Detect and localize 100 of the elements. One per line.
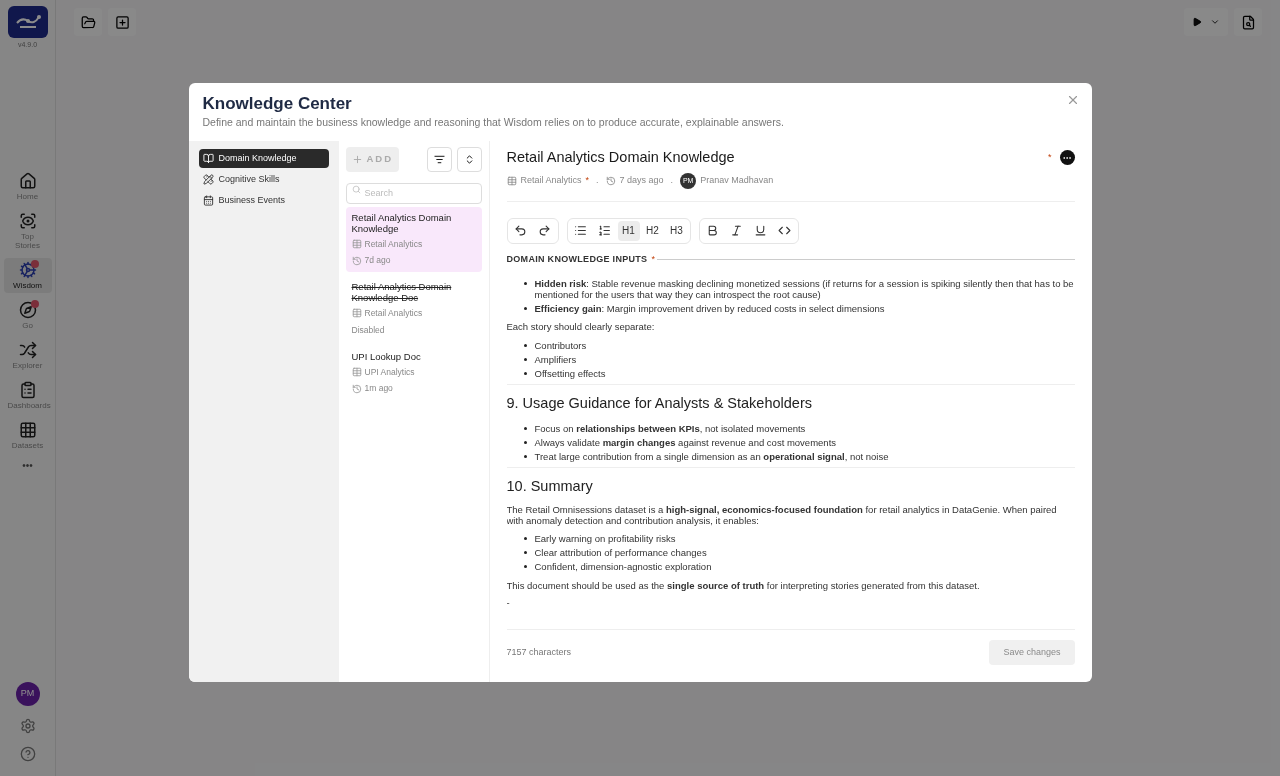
user-avatar[interactable]: PM (15, 682, 40, 706)
author-name: Pranav Madhavan (700, 174, 774, 187)
table-icon (351, 238, 362, 249)
list-item: Hidden risk: Stable revenue masking declining monetized sessions (if returns for a session is spiking silently then that has to be mentioned for the users that way they can introspect the root cause) (534, 277, 1075, 300)
required-marker: * (651, 252, 655, 266)
calendar-icon (202, 195, 214, 206)
eye-scan-icon (18, 211, 37, 230)
updated-label: 7 days ago (619, 174, 664, 187)
character-count: 7157 characters (506, 646, 572, 659)
heading-button[interactable]: H1 (617, 220, 640, 241)
bullet-icon (523, 565, 527, 569)
document-title: UPI Lookup Doc (351, 350, 422, 362)
list-item: Confident, dimension-agnostic exploration (534, 561, 712, 573)
numbered-list-icon (598, 224, 611, 238)
paragraph: The Retail Omnisessions dataset is a high-signal, economics-focused foundation for retail analytics in DataGenie. When paired with anomaly detection and contribution analysis, it enables: (506, 503, 1058, 526)
bullet-icon (523, 454, 527, 458)
notification-badge (30, 299, 39, 308)
book-icon (202, 153, 214, 164)
bold-icon (706, 224, 719, 238)
dataset-label: UPI Analytics (364, 365, 415, 379)
bullet-icon (523, 551, 527, 555)
filter-icon (433, 154, 445, 165)
status-label: Disabled (351, 323, 385, 337)
heading-button[interactable]: H2 (641, 220, 664, 241)
section-heading: 9. Usage Guidance for Analysts & Stakeholders (506, 394, 813, 414)
shuffle-icon (18, 340, 37, 359)
document-item[interactable]: UPI Lookup Doc UPI Analytics 1m ago (345, 345, 482, 400)
section-item[interactable]: Business Events (198, 191, 329, 210)
redo-icon (538, 224, 551, 238)
list-item: Always validate margin changes against revenue and cost movements (534, 436, 837, 448)
section-heading: 10. Summary (506, 477, 594, 496)
search-field[interactable]: Search (345, 182, 482, 204)
history-icon (605, 175, 616, 186)
bullet-icon (523, 357, 527, 361)
app-logo[interactable] (7, 6, 48, 38)
dataset-label: Retail Analytics (364, 307, 423, 320)
pencil-ruler-icon (202, 174, 214, 185)
dataset-label: Retail Analytics (520, 174, 582, 187)
search-icon (351, 185, 361, 194)
dialog-title: Knowledge Center (202, 94, 352, 114)
paragraph: This document should be used as the single source of truth for interpreting stories generated from this dataset. (506, 579, 981, 591)
clipboard-icon (18, 380, 37, 399)
bullet-icon (523, 371, 527, 375)
list-item: Clear attribution of performance changes (534, 547, 707, 559)
list-item: Early warning on profitability risks (534, 533, 676, 545)
section-item[interactable]: Domain Knowledge (198, 149, 329, 168)
settings-icon[interactable] (19, 718, 36, 734)
filter-button[interactable] (426, 147, 452, 172)
bullet-list-icon (574, 224, 587, 238)
bullet-icon (523, 537, 527, 541)
document-title: Retail Analytics Domain Knowledge (351, 211, 453, 234)
list-item: Contributors (534, 339, 587, 351)
list-item: Efficiency gain: Margin improvement driven by reduced costs in select dimensions (534, 302, 885, 314)
history-icon (351, 255, 362, 266)
play-icon (1192, 17, 1202, 27)
list-item: Focus on relationships between KPIs, not isolated movements (534, 422, 806, 434)
table-icon (351, 366, 362, 377)
help-icon[interactable] (19, 746, 36, 762)
house-icon (18, 171, 37, 190)
table-icon (506, 175, 517, 186)
dataset-label: Retail Analytics (364, 237, 423, 251)
bullet-icon (523, 306, 527, 310)
paragraph: Each story should clearly separate: (506, 321, 656, 333)
plus-square-icon (114, 14, 130, 30)
separator: . (596, 174, 599, 187)
heading-button[interactable]: H3 (665, 220, 688, 241)
more-button[interactable] (1059, 150, 1075, 166)
history-icon (351, 383, 362, 394)
status-label: 7d ago (364, 254, 391, 267)
list-item: Offsetting effects (534, 367, 606, 379)
required-marker: * (585, 174, 590, 187)
bullet-icon (523, 281, 527, 285)
document-title: Retail Analytics Domain Knowledge (506, 148, 735, 167)
undo-icon (514, 224, 527, 238)
required-marker: * (1048, 151, 1052, 165)
paragraph: - (506, 596, 511, 608)
separator: . (670, 174, 674, 187)
underline-icon (754, 224, 767, 238)
grid-icon (18, 420, 37, 439)
italic-icon (730, 224, 743, 238)
status-label: 1m ago (364, 382, 393, 395)
section-label: DOMAIN KNOWLEDGE INPUTS (506, 252, 648, 266)
document-title: Retail Analytics Domain Knowledge Doc (351, 281, 453, 303)
document-item[interactable]: Retail Analytics Domain Knowledge Retail Analytics 7d ago (345, 206, 482, 272)
notification-badge (30, 259, 39, 268)
section-item[interactable]: Cognitive Skills (198, 170, 329, 189)
bullet-icon (523, 343, 527, 347)
compass-icon (18, 300, 37, 319)
list-item: Amplifiers (534, 353, 577, 365)
bullet-icon (523, 440, 527, 444)
nav-item[interactable]: Wisdom (3, 257, 52, 293)
file-search-icon (1240, 14, 1256, 30)
plus-icon (351, 154, 363, 165)
list-item: Treat large contribution from a single dimension as an operational signal, not noise (534, 450, 889, 462)
dialog-subtitle: Define and maintain the business knowledge and reasoning that Wisdom relies on to produce accurate, explainable answers. (202, 115, 784, 130)
table-icon (351, 308, 362, 319)
bullet-icon (523, 426, 527, 430)
chevron-down-icon (1210, 17, 1220, 27)
folder-icon (80, 14, 96, 30)
more-label[interactable]: ••• (22, 457, 33, 473)
